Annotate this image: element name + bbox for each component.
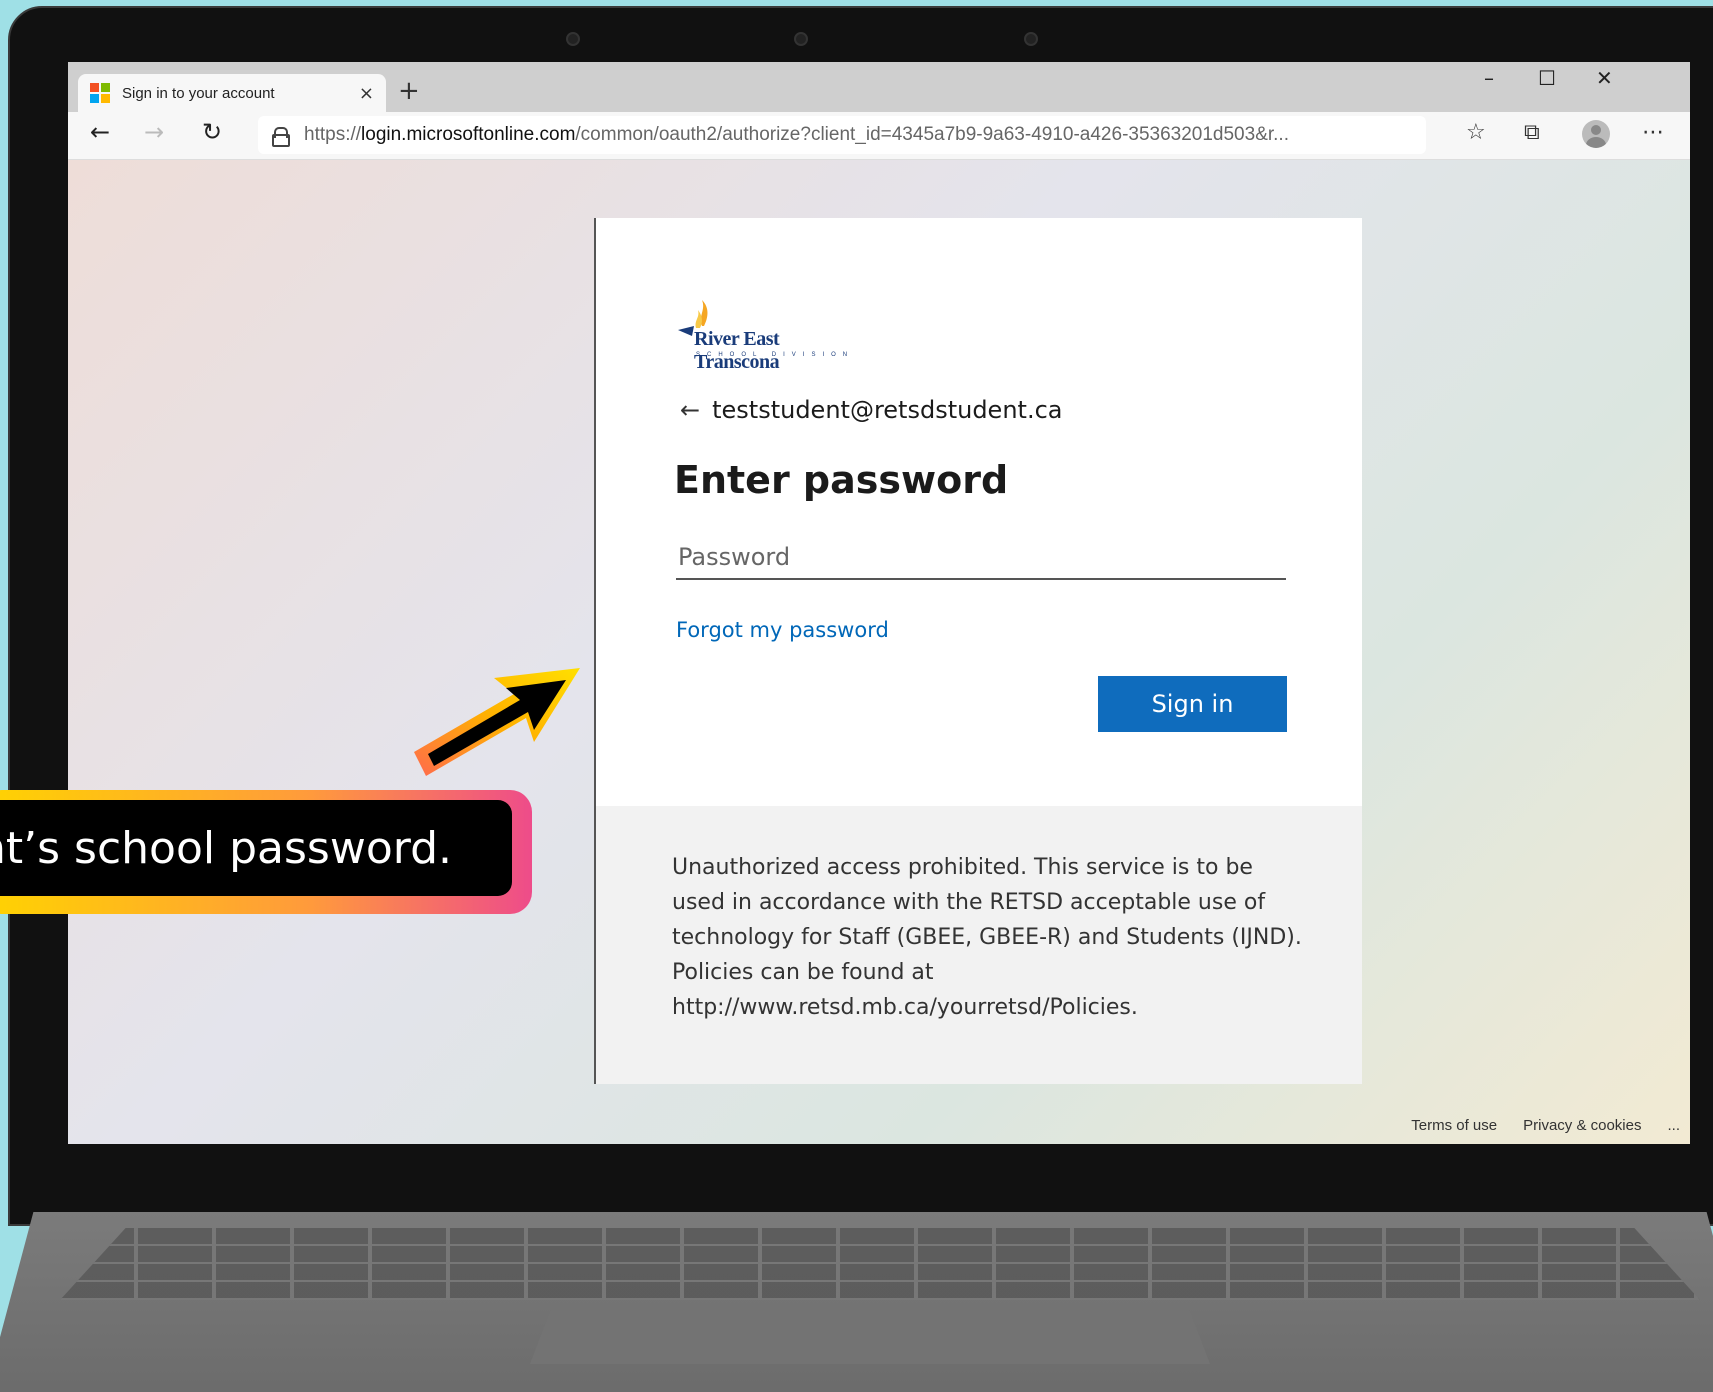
sign-in-button[interactable]: Sign in xyxy=(1098,676,1287,732)
microsoft-logo-icon xyxy=(90,83,110,103)
terms-link[interactable]: Terms of use xyxy=(1411,1117,1497,1134)
navigation-bar: ← → ↻ https://login.microsoftonline.com/… xyxy=(68,112,1690,160)
maximize-button[interactable]: ☐ xyxy=(1538,66,1556,90)
camera-dot xyxy=(794,32,808,46)
tab-close-icon[interactable]: × xyxy=(359,83,374,104)
access-notice: Unauthorized access prohibited. This ser… xyxy=(672,855,1302,1020)
close-window-button[interactable]: ✕ xyxy=(1596,66,1613,90)
signin-card: River East Transcona SCHOOL DIVISION ← t… xyxy=(594,218,1362,1084)
favorites-icon[interactable]: ☆ xyxy=(1466,120,1486,145)
page-footer-links: Terms of use Privacy & cookies ... xyxy=(1411,1117,1680,1134)
logo-org-sub: SCHOOL DIVISION xyxy=(696,352,855,358)
minimize-button[interactable]: – xyxy=(1484,66,1494,90)
keyboard-rows xyxy=(60,1228,1700,1300)
browser-tab[interactable]: Sign in to your account × xyxy=(78,74,386,112)
more-icon[interactable]: ⋯ xyxy=(1642,120,1664,145)
page-title: Enter password xyxy=(674,458,1009,502)
callout-body: ent’s school password. xyxy=(0,800,512,896)
instruction-callout: ent’s school password. xyxy=(0,790,532,914)
forgot-password-link[interactable]: Forgot my password xyxy=(676,618,889,642)
more-options-icon[interactable]: ... xyxy=(1667,1117,1680,1134)
tab-bar: Sign in to your account × + – ☐ ✕ xyxy=(68,62,1690,112)
pointer-arrow-icon xyxy=(414,668,580,776)
lock-icon[interactable] xyxy=(272,127,290,147)
page-content: River East Transcona SCHOOL DIVISION ← t… xyxy=(68,160,1690,1144)
profile-icon[interactable] xyxy=(1582,120,1610,148)
logo-org-name: River East Transcona xyxy=(694,328,780,373)
laptop-lid: Sign in to your account × + – ☐ ✕ ← → ↻ … xyxy=(8,6,1713,1226)
notice-panel: Unauthorized access prohibited. This ser… xyxy=(596,806,1362,1084)
trackpad xyxy=(530,1310,1210,1364)
retsd-logo: River East Transcona SCHOOL DIVISION xyxy=(672,296,862,373)
tab-title: Sign in to your account xyxy=(122,84,275,102)
url-text: https://login.microsoftonline.com/common… xyxy=(304,124,1289,145)
privacy-link[interactable]: Privacy & cookies xyxy=(1523,1117,1641,1134)
laptop-screen: Sign in to your account × + – ☐ ✕ ← → ↻ … xyxy=(68,62,1690,1144)
back-arrow-icon[interactable]: ← xyxy=(680,396,700,424)
collections-icon[interactable]: ⧉ xyxy=(1524,120,1540,145)
address-bar[interactable]: https://login.microsoftonline.com/common… xyxy=(258,116,1426,154)
password-field[interactable] xyxy=(676,536,1286,580)
account-email: teststudent@retsdstudent.ca xyxy=(712,396,1063,424)
identity-row[interactable]: ← teststudent@retsdstudent.ca xyxy=(680,396,1062,424)
refresh-icon[interactable]: ↻ xyxy=(202,118,222,146)
forward-arrow-icon[interactable]: → xyxy=(144,118,164,146)
back-arrow-icon[interactable]: ← xyxy=(90,118,110,146)
new-tab-button[interactable]: + xyxy=(398,76,420,106)
camera-dot xyxy=(566,32,580,46)
callout-text: ent’s school password. xyxy=(0,822,452,874)
camera-dot xyxy=(1024,32,1038,46)
